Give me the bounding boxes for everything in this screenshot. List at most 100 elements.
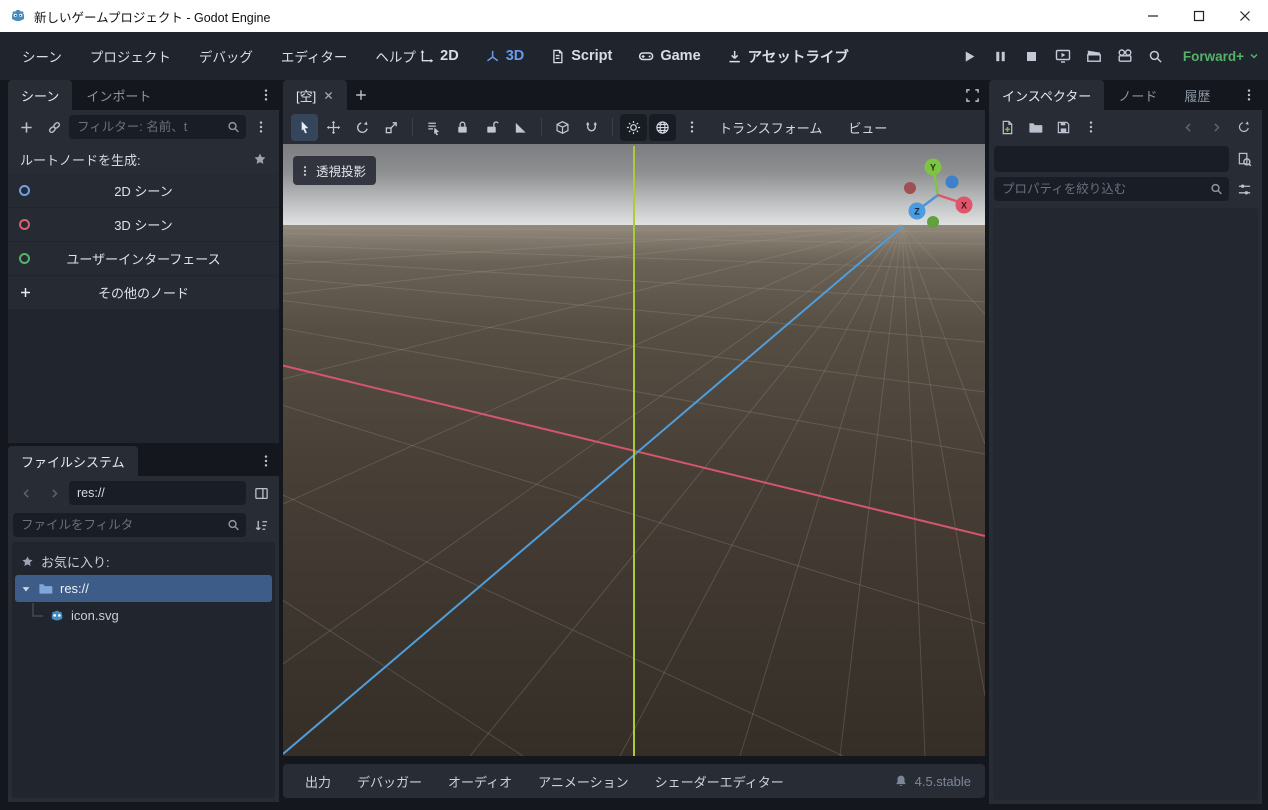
- pause-button[interactable]: [987, 42, 1015, 70]
- 3d-icon: [485, 49, 500, 64]
- group-button[interactable]: [507, 114, 534, 141]
- nav-forward-button[interactable]: [41, 480, 67, 506]
- menu-project[interactable]: プロジェクト: [76, 39, 185, 73]
- workspace-game-button[interactable]: Game: [632, 42, 706, 70]
- instance-scene-button[interactable]: [41, 114, 67, 140]
- play-button[interactable]: [956, 42, 984, 70]
- toggle-split-mode-button[interactable]: [248, 480, 274, 506]
- scene-tree-menu-button[interactable]: [248, 114, 274, 140]
- sun-environment-options-button[interactable]: [678, 114, 705, 141]
- bottom-tab-output[interactable]: 出力: [293, 764, 343, 798]
- pick-node-button[interactable]: [1142, 42, 1170, 70]
- filesystem-tree: お気に入り: res:// icon.svg: [12, 542, 275, 798]
- renderer-dropdown[interactable]: Forward+: [1183, 49, 1260, 64]
- bottom-tab-shader-editor[interactable]: シェーダーエディター: [643, 764, 796, 798]
- inspector-dock-menu-button[interactable]: [1236, 82, 1262, 108]
- close-button[interactable]: [1222, 0, 1268, 32]
- history-back-button[interactable]: [1175, 114, 1201, 140]
- load-resource-button[interactable]: [1022, 114, 1048, 140]
- workspace-assetlib-button[interactable]: アセットライブ: [721, 40, 855, 73]
- tab-scene[interactable]: シーン: [8, 80, 73, 110]
- create-other-node-button[interactable]: その他のノード: [8, 276, 279, 309]
- scene-dock-menu-button[interactable]: [253, 82, 279, 108]
- favorites-row[interactable]: お気に入り:: [15, 548, 272, 575]
- minimize-button[interactable]: [1130, 0, 1176, 32]
- tab-node[interactable]: ノード: [1105, 80, 1170, 110]
- scene-filter-input[interactable]: [69, 115, 246, 139]
- scene-dock-tabs: シーン インポート: [8, 80, 279, 110]
- chevron-down-icon: [1248, 50, 1260, 62]
- preview-sun-button[interactable]: [620, 113, 647, 141]
- local-space-button[interactable]: [549, 114, 576, 141]
- run-current-scene-button[interactable]: [1080, 42, 1108, 70]
- move-tool-button[interactable]: [320, 114, 347, 141]
- view-menu[interactable]: ビュー: [836, 114, 899, 141]
- 3d-scene-icon: [19, 219, 30, 230]
- gizmo-x-label: X: [961, 201, 967, 211]
- center-dock: [空] トランスフォーム ビュー Y X Z 透視投影 出力 デバッガー オーデ…: [283, 80, 985, 810]
- create-3d-scene-button[interactable]: 3D シーン: [8, 208, 279, 241]
- property-tools-button[interactable]: [1231, 176, 1257, 202]
- tab-inspector[interactable]: インスペクター: [989, 80, 1105, 110]
- select-tool-button[interactable]: [291, 113, 318, 141]
- bottom-tab-audio[interactable]: オーディオ: [436, 764, 524, 798]
- notification-bell-icon[interactable]: [894, 774, 908, 788]
- scene-tab-empty[interactable]: [空]: [283, 80, 348, 110]
- menu-editor[interactable]: エディター: [267, 39, 362, 73]
- tab-history[interactable]: 履歴: [1171, 80, 1223, 110]
- rotate-tool-button[interactable]: [349, 114, 376, 141]
- new-scene-tab-button[interactable]: [348, 82, 374, 108]
- file-sort-button[interactable]: [248, 512, 274, 538]
- favorite-star-icon[interactable]: [253, 152, 267, 166]
- viewport-3d[interactable]: Y X Z 透視投影: [283, 144, 985, 756]
- download-icon: [727, 49, 742, 64]
- open-docs-button[interactable]: [1231, 146, 1257, 172]
- tree-row-res[interactable]: res://: [15, 575, 272, 602]
- workspace-3d-button[interactable]: 3D: [479, 42, 531, 70]
- object-history-button[interactable]: [1231, 114, 1257, 140]
- workspace-2d-button[interactable]: 2D: [413, 42, 465, 70]
- inspector-dock-tabs: インスペクター ノード 履歴: [989, 80, 1262, 110]
- filesystem-dock-menu-button[interactable]: [253, 448, 279, 474]
- save-resource-button[interactable]: [1050, 114, 1076, 140]
- tree-row-icon-svg[interactable]: icon.svg: [15, 602, 272, 629]
- new-resource-button[interactable]: [994, 114, 1020, 140]
- unlock-button[interactable]: [478, 114, 505, 141]
- transform-menu[interactable]: トランスフォーム: [707, 114, 834, 141]
- editor-main: シーン インポート ルートノードを生成:: [0, 80, 1268, 810]
- tab-filesystem[interactable]: ファイルシステム: [8, 446, 138, 476]
- menu-debug[interactable]: デバッグ: [185, 39, 267, 73]
- axis-gizmo[interactable]: Y X Z: [904, 158, 973, 229]
- add-node-button[interactable]: [13, 114, 39, 140]
- property-filter-input[interactable]: [994, 177, 1229, 201]
- nav-back-button[interactable]: [13, 480, 39, 506]
- bottom-tab-debugger[interactable]: デバッガー: [345, 764, 434, 798]
- remote-debug-button[interactable]: [1049, 42, 1077, 70]
- stop-button[interactable]: [1018, 42, 1046, 70]
- expand-viewport-button[interactable]: [959, 82, 985, 108]
- create-ui-scene-button[interactable]: ユーザーインターフェース: [8, 242, 279, 275]
- resource-extra-menu-button[interactable]: [1078, 114, 1104, 140]
- workspace-script-button[interactable]: Script: [544, 42, 618, 70]
- snap-button[interactable]: [578, 114, 605, 141]
- path-input[interactable]: [69, 481, 246, 505]
- close-tab-icon[interactable]: [323, 90, 334, 101]
- lock-button[interactable]: [449, 114, 476, 141]
- list-select-tool-button[interactable]: [420, 114, 447, 141]
- menu-scene[interactable]: シーン: [8, 39, 76, 73]
- scale-tool-button[interactable]: [378, 114, 405, 141]
- create-2d-scene-button[interactable]: 2D シーン: [8, 174, 279, 207]
- movie-maker-button[interactable]: [1111, 42, 1139, 70]
- projection-menu-button[interactable]: 透視投影: [293, 156, 377, 185]
- preview-environment-button[interactable]: [649, 113, 676, 141]
- tab-import[interactable]: インポート: [73, 80, 164, 110]
- workspace-switcher: 2D 3D Script Game アセットライブ: [413, 32, 855, 80]
- chevron-expanded-icon[interactable]: [21, 584, 31, 594]
- file-filter-input[interactable]: [13, 513, 246, 537]
- maximize-button[interactable]: [1176, 0, 1222, 32]
- bottom-tab-animation[interactable]: アニメーション: [526, 764, 640, 798]
- history-forward-button[interactable]: [1203, 114, 1229, 140]
- spatial-toolbar: トランスフォーム ビュー: [283, 110, 985, 144]
- viewport-grid-and-axes: Y X Z: [283, 146, 985, 756]
- filesystem-dock-tabs: ファイルシステム: [8, 446, 279, 476]
